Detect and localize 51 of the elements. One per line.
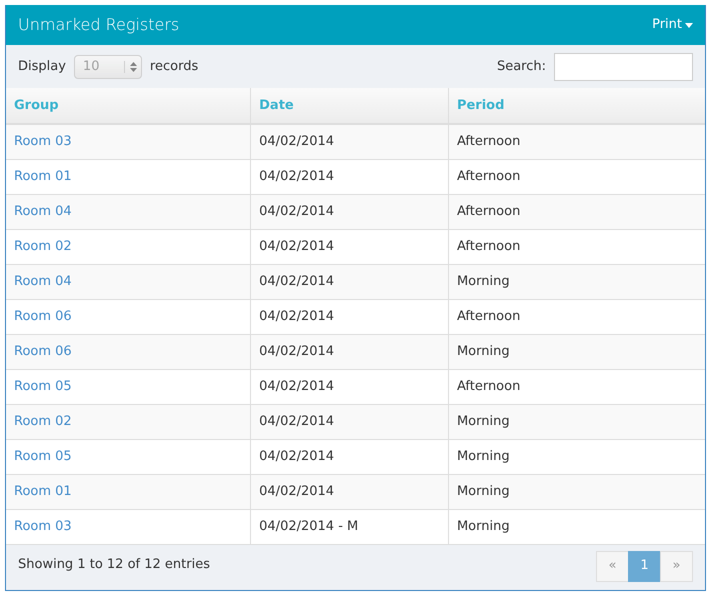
next-page-button[interactable]: » [660, 550, 693, 582]
table-cell: Afternoon [448, 194, 705, 229]
table-cell: 04/02/2014 [250, 404, 448, 439]
table-cell: 04/02/2014 - M [250, 509, 448, 544]
column-header[interactable]: Date [250, 88, 448, 124]
records-label: records [150, 58, 198, 76]
column-header[interactable]: Group [6, 88, 251, 124]
caret-icon [685, 22, 693, 28]
table-cell: 04/02/2014 [250, 299, 448, 334]
group-link[interactable]: Room 05 [14, 378, 72, 394]
group-link[interactable]: Room 02 [14, 238, 72, 254]
table-cell: 04/02/2014 [250, 124, 448, 159]
group-link[interactable]: Room 05 [14, 448, 72, 464]
table-cell: Morning [448, 264, 705, 299]
table-cell: Morning [448, 404, 705, 439]
group-link[interactable]: Room 01 [14, 168, 72, 184]
table-cell: 04/02/2014 [250, 334, 448, 369]
table-cell: 04/02/2014 [250, 474, 448, 509]
group-link[interactable]: Room 06 [14, 344, 72, 359]
table-cell: Morning [448, 509, 705, 544]
table-cell: Afternoon [448, 369, 705, 404]
group-link[interactable]: Room 02 [14, 414, 72, 429]
entries-info: Showing 1 to 12 of 12 entries [18, 556, 210, 574]
spinner-arrows-icon [124, 60, 137, 72]
table-cell: 04/02/2014 [250, 159, 448, 194]
table-cell: 04/02/2014 [250, 264, 448, 299]
panel-title: Unmarked Registers [18, 14, 180, 36]
group-link[interactable]: Room 03 [14, 518, 72, 534]
table-cell: Afternoon [448, 229, 705, 264]
search-field[interactable] [554, 52, 693, 80]
group-link[interactable]: Room 01 [14, 484, 72, 499]
group-link[interactable]: Room 04 [14, 274, 72, 289]
print-dropdown[interactable]: Print [652, 15, 693, 35]
table-cell: 04/02/2014 [250, 194, 448, 229]
table-cell: 04/02/2014 [250, 369, 448, 404]
group-link[interactable]: Room 04 [14, 204, 72, 219]
page-button[interactable]: 1 [628, 550, 661, 582]
table-cell: 04/02/2014 [250, 439, 448, 474]
table-cell: Afternoon [448, 124, 705, 159]
table-cell: Afternoon [448, 159, 705, 194]
group-link[interactable]: Room 06 [14, 308, 72, 324]
table-cell: 04/02/2014 [250, 229, 448, 264]
table-cell: Morning [448, 334, 705, 369]
search-label: Search: [496, 58, 546, 76]
table-cell: Afternoon [448, 299, 705, 334]
previous-page-button[interactable]: « [596, 550, 629, 582]
table-cell: Morning [448, 439, 705, 474]
group-link[interactable]: Room 03 [14, 134, 72, 149]
table-cell: Morning [448, 474, 705, 509]
display-label: Display [18, 58, 66, 76]
column-header[interactable]: Period [448, 88, 705, 124]
